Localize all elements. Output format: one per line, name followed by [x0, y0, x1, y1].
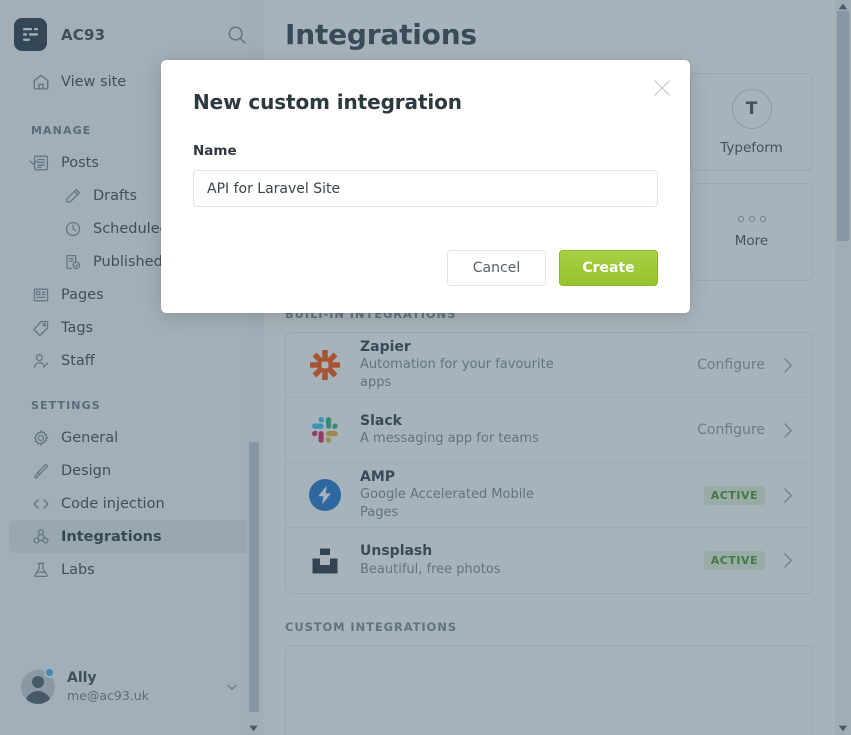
close-icon[interactable]	[651, 77, 673, 99]
app-window: AC93 View site MANAGE Posts Drafts Sched…	[0, 0, 851, 735]
new-custom-integration-modal: New custom integration Name Cancel Creat…	[161, 60, 690, 313]
modal-actions: Cancel Create	[447, 250, 658, 286]
modal-title: New custom integration	[193, 90, 462, 114]
name-input[interactable]	[193, 170, 658, 207]
name-field-label: Name	[193, 143, 237, 159]
cancel-button[interactable]: Cancel	[447, 250, 546, 286]
create-button[interactable]: Create	[559, 250, 658, 286]
